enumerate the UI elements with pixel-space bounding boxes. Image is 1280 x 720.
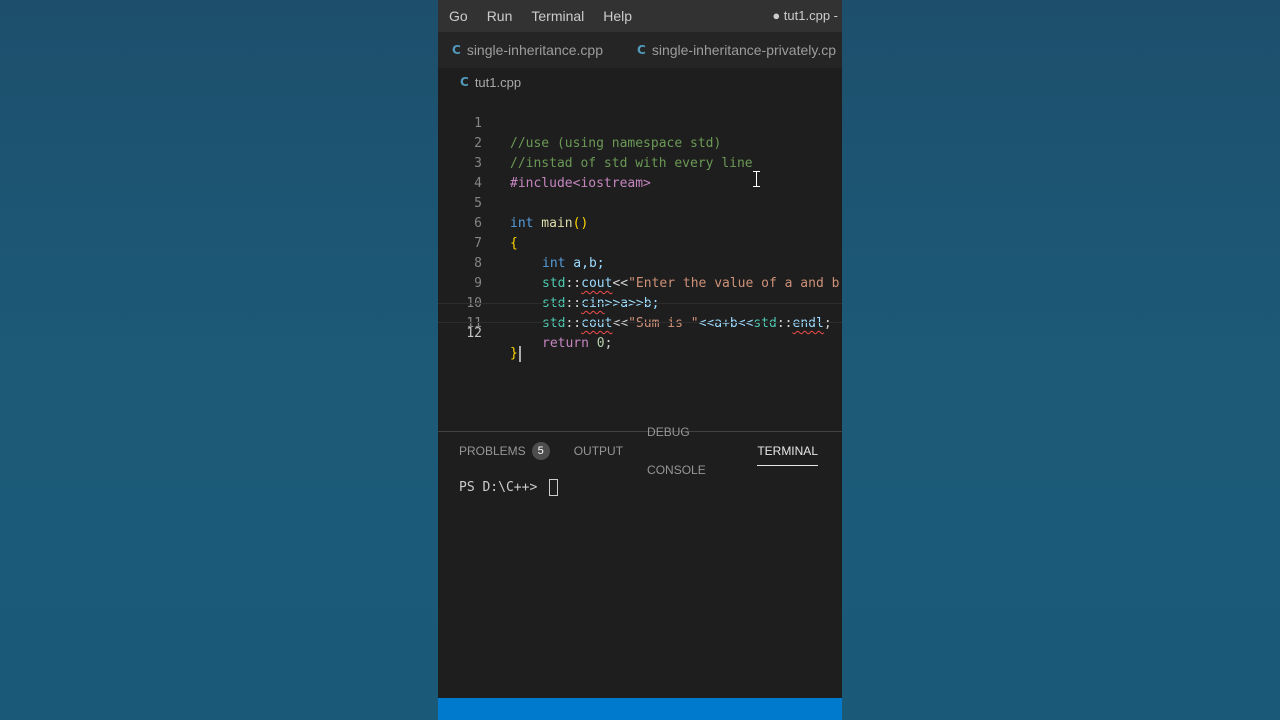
breadcrumb[interactable]: C tut1.cpp [438,70,842,94]
status-bar [438,698,842,720]
tab-label: single-inheritance.cpp [466,42,604,58]
code-line[interactable]: 8 std::cout<<"Enter the value of a and b [438,234,842,291]
text-cursor [518,345,521,362]
window-title: ● tut1.cpp - [772,8,838,23]
breadcrumb-file[interactable]: tut1.cpp [475,75,521,90]
background-right [842,0,1280,720]
code-line[interactable]: 2 //instad of std with every line [438,114,842,171]
keyword: return [542,336,589,351]
terminal-area[interactable]: PS D:\C++> [459,479,559,496]
panel-tabs: PROBLEMS 5 OUTPUT DEBUG CONSOLE TERMINAL [438,425,842,477]
code-line[interactable]: 9 std::cin>>a>>b; [438,254,842,311]
editor-tabs: C single-inheritance.cpp C single-inheri… [438,32,842,69]
tab-terminal-label: TERMINAL [757,444,818,458]
cpp-file-icon: C [637,43,646,57]
code-line[interactable]: 1 //use (using namespace std) [438,94,842,151]
close-brace: } [510,346,518,361]
tab-output[interactable]: OUTPUT [574,432,623,470]
cpp-file-icon: C [460,75,469,89]
code-line[interactable]: 7 int a,b; [438,214,842,271]
cpp-file-icon: C [452,43,461,57]
mouse-ibeam-icon [752,170,762,190]
code-line[interactable]: 4 [438,154,842,191]
code-line[interactable]: 5 int main() [438,174,842,231]
menu-terminal[interactable]: Terminal [520,0,592,32]
title-bar: Go Run Terminal Help ● tut1.cpp - [438,0,842,32]
line-number: 12 [466,326,482,341]
menu-go[interactable]: Go [438,0,476,32]
tab-problems[interactable]: PROBLEMS 5 [459,432,550,470]
terminal-prompt: PS D:\C++> [459,480,546,495]
current-line[interactable]: 12 } [438,303,842,362]
menu-run[interactable]: Run [476,0,521,32]
tab-single-inheritance[interactable]: C single-inheritance.cpp [438,32,603,68]
tab-problems-label: PROBLEMS [459,444,526,458]
vscode-window: Go Run Terminal Help ● tut1.cpp - C sing… [438,0,842,720]
menu-help[interactable]: Help [592,0,640,32]
tab-single-inheritance-privately[interactable]: C single-inheritance-privately.cp [603,32,836,68]
code-editor[interactable]: 1 //use (using namespace std) 2 //instad… [438,94,842,430]
number-literal: 0 [588,336,605,351]
problems-count-badge: 5 [531,442,550,460]
semicolon: ; [604,336,613,351]
tab-debug-label: DEBUG CONSOLE [647,425,706,477]
tab-debug-console[interactable]: DEBUG CONSOLE [647,425,733,477]
code-line[interactable]: 3 #include<iostream> [438,134,842,191]
tab-terminal[interactable]: TERMINAL [757,432,818,470]
code-line[interactable]: 10 std::cout<<"Sum is "<<a+b<<std::endl; [438,274,842,331]
terminal-cursor [549,479,559,496]
background-left [0,0,438,720]
tab-label: single-inheritance-privately.cp [651,42,836,58]
tab-output-label: OUTPUT [573,444,624,458]
code-line[interactable]: 6 { [438,194,842,251]
bottom-panel: PROBLEMS 5 OUTPUT DEBUG CONSOLE TERMINAL… [438,425,842,699]
